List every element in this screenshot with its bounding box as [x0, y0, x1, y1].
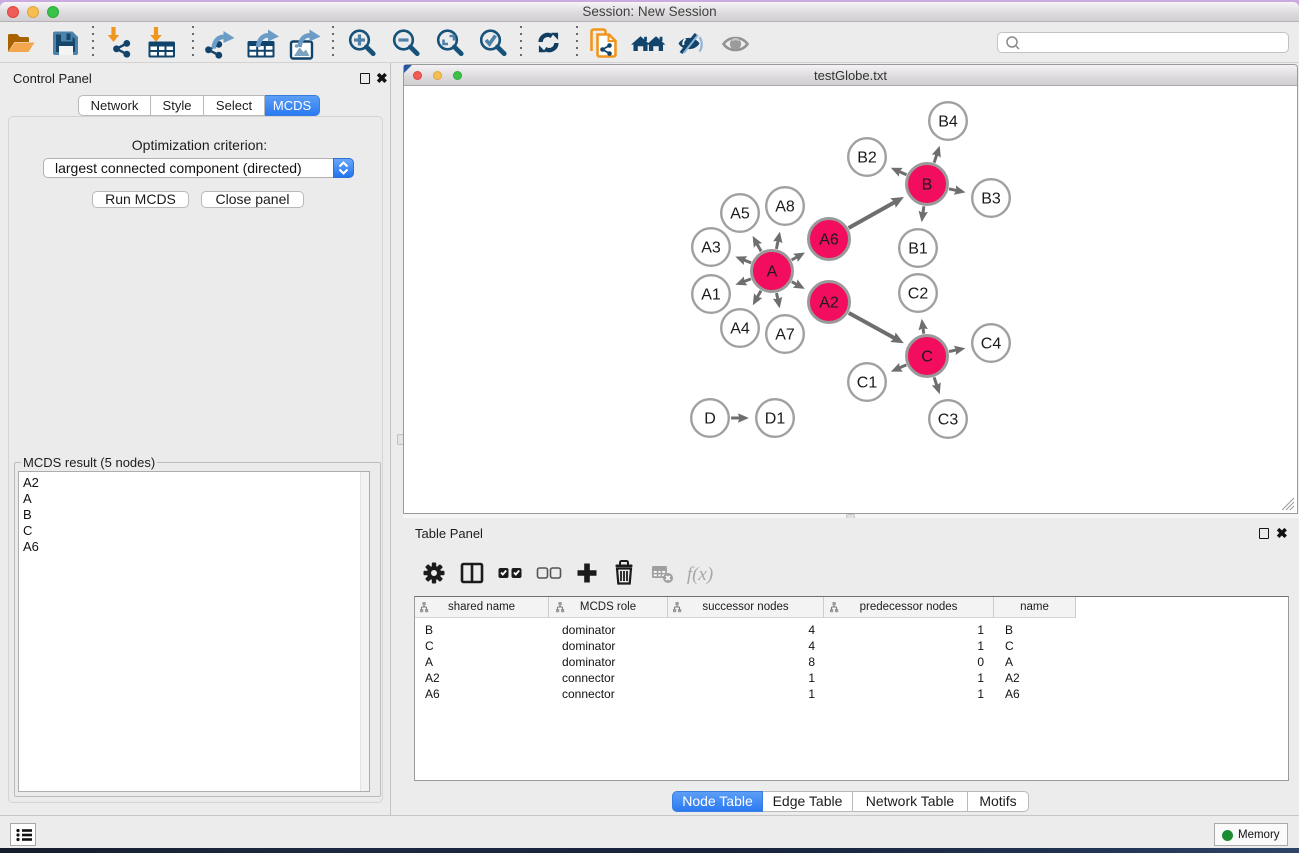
svg-text:C4: C4 — [981, 336, 1002, 353]
svg-text:A7: A7 — [775, 327, 795, 344]
svg-text:C: C — [921, 349, 933, 366]
svg-text:f(x): f(x) — [687, 564, 713, 585]
svg-text:A2: A2 — [819, 295, 839, 312]
svg-text:A3: A3 — [701, 240, 721, 257]
svg-text:C2: C2 — [908, 286, 929, 303]
svg-text:B4: B4 — [938, 114, 958, 131]
svg-text:D: D — [704, 411, 716, 428]
svg-text:B2: B2 — [857, 150, 877, 167]
svg-text:A4: A4 — [730, 321, 750, 338]
svg-text:D1: D1 — [765, 411, 786, 428]
svg-text:B3: B3 — [981, 191, 1001, 208]
svg-text:A5: A5 — [730, 206, 750, 223]
svg-text:B: B — [922, 177, 933, 194]
svg-text:A8: A8 — [775, 199, 795, 216]
svg-text:A1: A1 — [701, 287, 721, 304]
svg-text:A: A — [767, 264, 778, 281]
svg-text:B1: B1 — [908, 241, 928, 258]
svg-text:C3: C3 — [938, 412, 959, 429]
svg-text:C1: C1 — [857, 375, 878, 392]
svg-text:A6: A6 — [819, 232, 839, 249]
